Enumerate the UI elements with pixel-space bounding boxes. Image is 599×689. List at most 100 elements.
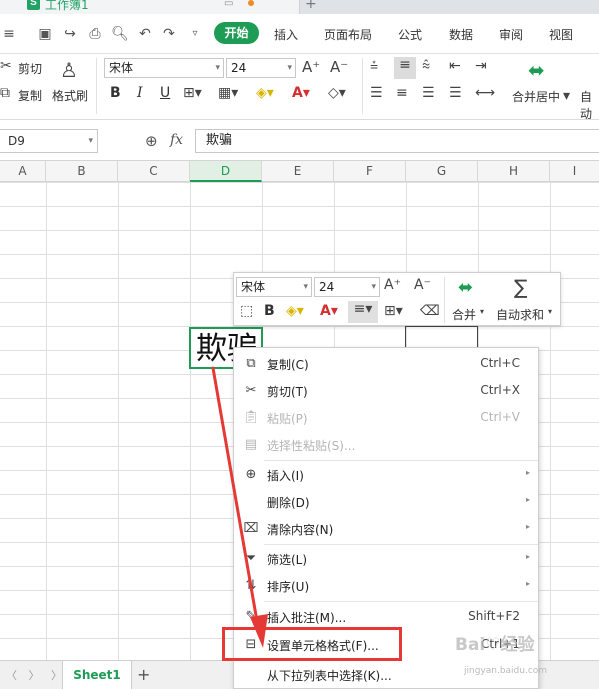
font-size-select[interactable]: 24 ▾ <box>226 58 296 78</box>
font-name-select[interactable]: 宋体 ▾ <box>104 58 224 78</box>
chevron-down-icon[interactable]: ▾ <box>563 88 570 104</box>
fx-icon[interactable]: fx <box>170 132 183 148</box>
export-icon[interactable]: ↪ <box>61 25 79 43</box>
redo-icon[interactable]: ↷ <box>160 25 178 43</box>
print-icon[interactable]: ⎙ <box>86 25 104 43</box>
mini-font-name-select[interactable]: 宋体 ▾ <box>236 277 312 297</box>
align-middle-icon[interactable]: ≡ <box>394 57 416 79</box>
menu-item-sort[interactable]: ⇅ 排序(U) ▸ <box>234 573 538 599</box>
column-header-g[interactable]: G <box>406 161 478 182</box>
merge-center-button[interactable]: 合并居中 <box>512 88 560 105</box>
menu-item-copy[interactable]: ⧉ 复制(C) Ctrl+C <box>234 351 538 377</box>
sigma-icon[interactable]: ∑ <box>514 275 527 299</box>
menu-item-filter[interactable]: ⏷ 筛选(L) ▸ <box>234 546 538 572</box>
menu-item-clear-contents[interactable]: ⌧ 清除内容(N) ▸ <box>234 516 538 542</box>
menu-item-label: 插入批注(M)... <box>267 611 347 625</box>
format-painter-button[interactable]: 格式刷 <box>52 87 88 104</box>
increase-font-icon[interactable]: A⁺ <box>302 58 320 76</box>
border-icon[interactable]: ⊞▾ <box>384 303 403 319</box>
mini-merge-button[interactable]: 合并 <box>452 306 476 323</box>
column-header-d[interactable]: D <box>190 161 262 182</box>
new-tab-button[interactable]: + <box>305 0 317 12</box>
copy-button[interactable]: 复制 <box>18 87 42 104</box>
tab-view[interactable]: 视图 <box>549 26 573 43</box>
insert-icon: ⊕ <box>245 467 257 482</box>
column-header-a[interactable]: A <box>0 161 46 182</box>
align-top-icon[interactable]: ⩮ <box>370 58 378 74</box>
document-tab[interactable]: S 工作簿1 ▭ <box>0 0 300 14</box>
clear-format-icon[interactable]: ◇▾ <box>328 85 346 101</box>
column-header-f[interactable]: F <box>334 161 406 182</box>
zoom-icon[interactable]: ⊕ <box>145 132 158 150</box>
tab-insert[interactable]: 插入 <box>274 26 298 43</box>
menu-item-paste-special[interactable]: ▤ 选择性粘贴(S)... <box>234 432 538 458</box>
column-header-b[interactable]: B <box>46 161 118 182</box>
tab-formulas[interactable]: 公式 <box>398 26 422 43</box>
eraser-icon[interactable]: ⌫ <box>420 303 440 319</box>
tab-data[interactable]: 数据 <box>449 26 473 43</box>
tab-review[interactable]: 审阅 <box>499 26 523 43</box>
auto-wrap-button[interactable]: 自动 <box>580 88 599 122</box>
cut-button[interactable]: 剪切 <box>18 60 42 77</box>
scissors-icon[interactable]: ✂ <box>0 58 12 74</box>
distributed-align-icon[interactable]: ⟷ <box>475 85 495 101</box>
hamburger-icon[interactable]: ≡ <box>0 25 18 43</box>
column-header-h[interactable]: H <box>478 161 550 182</box>
decrease-font-icon[interactable]: A⁻ <box>414 277 431 293</box>
align-bottom-icon[interactable]: ⩯ <box>422 58 430 74</box>
underline-button[interactable]: U <box>160 85 170 101</box>
menu-item-insert[interactable]: ⊕ 插入(I) ▸ <box>234 462 538 488</box>
menu-separator <box>264 601 538 602</box>
merge-icon[interactable]: ⬌ <box>458 277 473 298</box>
copy-icon[interactable]: ⧉ <box>0 85 10 101</box>
comment-icon: ✎ <box>245 609 257 624</box>
italic-button[interactable]: I <box>137 85 143 101</box>
name-box[interactable]: D9 ▾ <box>0 129 98 153</box>
format-painter-icon[interactable]: ⬚ <box>240 303 253 319</box>
fill-color-icon[interactable]: ◈▾ <box>256 85 274 101</box>
align-center-icon[interactable]: ≡ <box>396 85 408 101</box>
column-header-e[interactable]: E <box>262 161 334 182</box>
print-preview-icon[interactable]: 🔍︎ <box>111 25 129 43</box>
font-color-icon[interactable]: A▾ <box>292 85 310 101</box>
column-header-c[interactable]: C <box>118 161 190 182</box>
font-color-icon[interactable]: A▾ <box>320 303 338 319</box>
ribbon: ✂ 剪切 ⧉ 复制 ♙ 格式刷 宋体 ▾ 24 ▾ A⁺ A⁻ B I U ⊞▾… <box>0 54 599 122</box>
align-middle-icon[interactable]: ≡▾ <box>348 301 378 323</box>
align-left-icon[interactable]: ☰ <box>370 85 383 101</box>
menu-item-delete[interactable]: 删除(D) ▸ <box>234 489 538 515</box>
tab-page-layout[interactable]: 页面布局 <box>324 26 372 43</box>
decrease-indent-icon[interactable]: ⇤ <box>449 58 461 74</box>
chevron-down-icon: ▾ <box>88 136 93 146</box>
increase-font-icon[interactable]: A⁺ <box>384 277 401 293</box>
copy-icon: ⧉ <box>246 356 256 371</box>
bold-button[interactable]: B <box>110 85 121 101</box>
save-icon[interactable]: ▣ <box>36 25 54 43</box>
chevron-down-icon[interactable]: ▾ <box>548 307 552 316</box>
border-icon[interactable]: ⊞▾ <box>183 85 202 101</box>
quick-access-dropdown-icon[interactable]: ▿ <box>186 25 204 43</box>
mini-font-size-select[interactable]: 24 ▾ <box>314 277 380 297</box>
menu-item-cut[interactable]: ✂ 剪切(T) Ctrl+X <box>234 378 538 404</box>
fill-pattern-icon[interactable]: ▦▾ <box>218 85 238 101</box>
tab-start[interactable]: 开始 <box>214 22 259 44</box>
mini-bold-button[interactable]: B <box>264 303 275 319</box>
fill-color-icon[interactable]: ◈▾ <box>286 303 304 319</box>
undo-icon[interactable]: ↶ <box>136 25 154 43</box>
column-header-i[interactable]: I <box>550 161 599 182</box>
align-right-icon[interactable]: ☰ <box>422 85 435 101</box>
monitor-icon[interactable]: ▭ <box>224 0 233 9</box>
justify-icon[interactable]: ☰ <box>449 85 462 101</box>
mini-autosum-button[interactable]: 自动求和 <box>496 306 544 323</box>
chevron-down-icon[interactable]: ▾ <box>480 307 484 316</box>
sheet-nav-arrows-icon[interactable]: 〈 〉 〉 <box>6 667 66 683</box>
add-sheet-button[interactable]: + <box>137 665 150 684</box>
sheet-tab[interactable]: Sheet1 <box>62 661 132 689</box>
format-painter-icon[interactable]: ♙ <box>60 58 78 82</box>
menu-item-shortcut: Ctrl+V <box>480 410 520 424</box>
increase-indent-icon[interactable]: ⇥ <box>475 58 487 74</box>
formula-input[interactable]: 欺骗 <box>195 129 599 153</box>
merge-center-icon[interactable]: ⬌ <box>528 58 545 82</box>
decrease-font-icon[interactable]: A⁻ <box>330 58 348 76</box>
menu-item-paste[interactable]: 📋︎ 粘贴(P) Ctrl+V <box>234 405 538 431</box>
